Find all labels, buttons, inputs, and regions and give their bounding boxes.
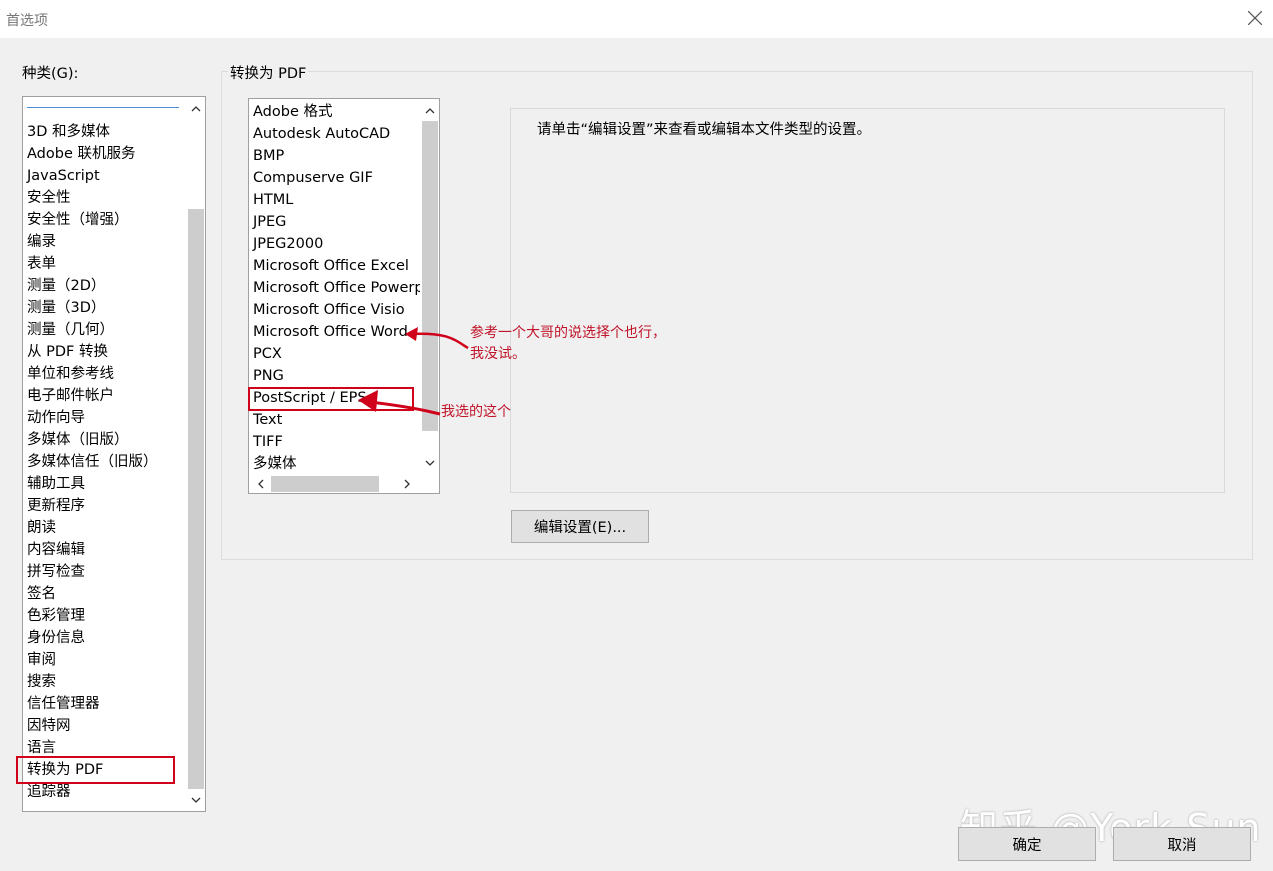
arrow-to-eps [369,400,441,416]
annotation-arrows [358,327,469,416]
ok-button[interactable]: 确定 [958,827,1096,861]
ok-label: 确定 [1012,837,1042,854]
arrow-head-word [405,327,418,341]
cancel-label: 取消 [1167,837,1197,854]
arrow-head-eps [358,390,378,412]
cancel-button[interactable]: 取消 [1113,827,1251,861]
annotation-note-2: 我选的这个 [441,404,511,420]
arrow-to-word [409,332,469,350]
annotation-note-1: 参考一个大哥的说选择个也行，我没试。 [470,325,666,362]
